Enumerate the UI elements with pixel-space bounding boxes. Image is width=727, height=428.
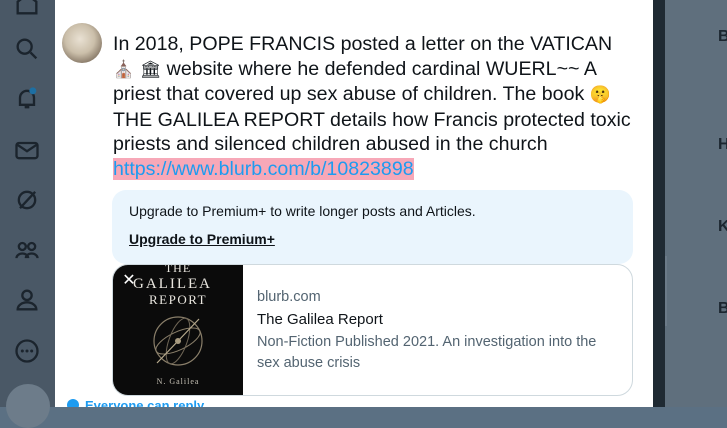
grok-icon[interactable]	[13, 186, 41, 214]
left-nav	[0, 0, 55, 428]
search-icon[interactable]	[13, 35, 41, 63]
modal-edge-shadow	[653, 0, 665, 407]
cover-title-line2: GALILEA	[133, 276, 212, 292]
shushing-face-emoji-icon: 🤫	[589, 85, 611, 104]
post-text-body: website where he defended cardinal WUERL…	[113, 57, 596, 106]
close-icon[interactable]: ✕	[119, 271, 139, 291]
armillary-sphere-icon	[153, 316, 203, 366]
notifications-icon[interactable]	[13, 85, 41, 113]
more-icon[interactable]	[13, 337, 41, 365]
card-description: Non-Fiction Published 2021. An investiga…	[257, 334, 597, 371]
reply-setting-label: Everyone can reply	[85, 398, 205, 407]
book-cover-image: THE GALILEA REPORT N. Galilea ✕	[113, 265, 243, 395]
post-text-line1: In 2018, POPE FRANCIS posted a letter on…	[113, 33, 613, 55]
globe-icon	[67, 399, 79, 407]
right-text-fragment: B	[718, 300, 727, 317]
cover-title-line3: REPORT	[149, 292, 208, 307]
post-text[interactable]: In 2018, POPE FRANCIS posted a letter on…	[113, 32, 643, 181]
link-preview-card[interactable]: THE GALILEA REPORT N. Galilea ✕ blurb.co…	[112, 264, 633, 396]
card-domain: blurb.com	[257, 289, 321, 305]
classical-building-emoji-icon: 🏛	[139, 59, 162, 79]
profile-icon[interactable]	[13, 286, 41, 314]
post-text-body-2: THE GALILEA REPORT details how Francis p…	[113, 108, 631, 156]
messages-icon[interactable]	[13, 136, 41, 164]
upgrade-premium-link[interactable]: Upgrade to Premium+	[129, 231, 275, 247]
card-title: The Galilea Report	[257, 311, 383, 328]
compose-modal: In 2018, POPE FRANCIS posted a letter on…	[55, 0, 653, 407]
compose-icon[interactable]	[6, 384, 50, 428]
home-icon[interactable]	[13, 0, 41, 18]
premium-message: Upgrade to Premium+ to write longer post…	[129, 203, 476, 219]
cover-author: N. Galilea	[156, 377, 200, 386]
communities-icon[interactable]	[13, 236, 41, 264]
right-text-fragment: B	[718, 28, 727, 45]
right-text-fragment: H	[718, 136, 727, 153]
premium-upsell: Upgrade to Premium+ to write longer post…	[112, 190, 633, 264]
right-text-fragment: K	[718, 218, 727, 235]
avatar[interactable]	[62, 23, 102, 63]
church-emoji-icon: ⛪	[113, 59, 135, 79]
reply-setting[interactable]: Everyone can reply	[67, 398, 204, 407]
post-link[interactable]: https://www.blurb.com/b/10823898	[113, 157, 414, 180]
